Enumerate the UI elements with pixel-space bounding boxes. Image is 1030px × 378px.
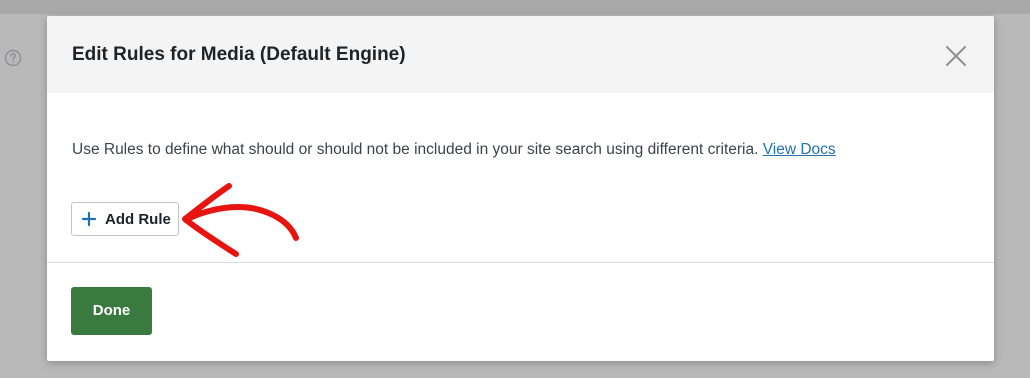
modal-title: Edit Rules for Media (Default Engine) bbox=[72, 44, 406, 65]
plus-icon bbox=[82, 212, 96, 226]
modal-header: Edit Rules for Media (Default Engine) bbox=[47, 16, 994, 93]
edit-rules-modal: Edit Rules for Media (Default Engine) Us… bbox=[47, 16, 994, 361]
close-icon bbox=[946, 46, 966, 66]
modal-divider bbox=[47, 262, 994, 263]
add-rule-label: Add Rule bbox=[105, 211, 171, 228]
done-label: Done bbox=[92, 302, 131, 319]
description-text: Use Rules to define what should or shoul… bbox=[72, 141, 759, 158]
question-circle-icon bbox=[4, 49, 22, 67]
done-button[interactable]: Done bbox=[71, 287, 152, 335]
backdrop-admin-bar bbox=[0, 0, 1030, 14]
add-rule-button[interactable]: Add Rule bbox=[71, 202, 179, 236]
view-docs-link[interactable]: View Docs bbox=[763, 141, 836, 158]
rules-description: Use Rules to define what should or shoul… bbox=[72, 141, 836, 159]
close-button[interactable] bbox=[940, 40, 972, 72]
